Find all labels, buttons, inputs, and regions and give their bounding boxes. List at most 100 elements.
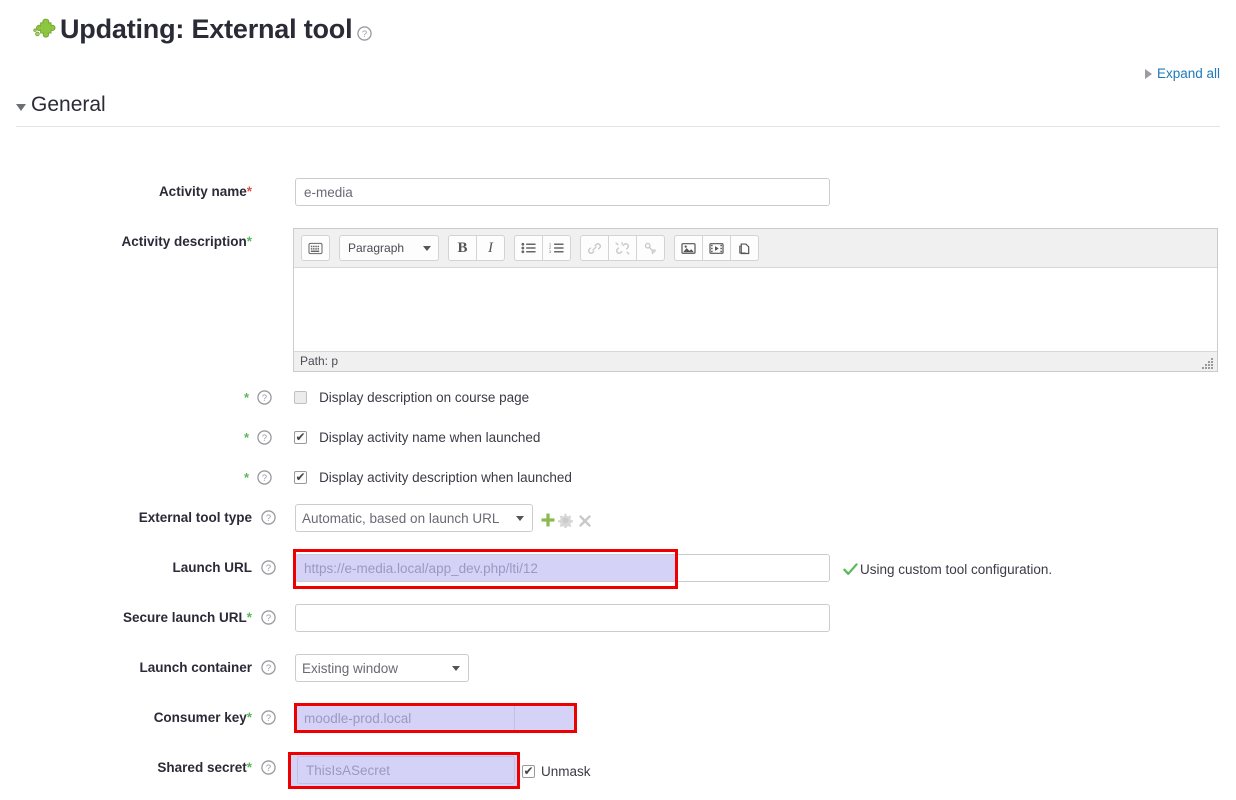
expand-all-link[interactable]: Expand all [1157,66,1220,81]
page-header: Updating: External tool ? [32,16,373,43]
external-tool-type-select-wrap: Automatic, based on launch URL [295,504,533,532]
bullet-list-icon [521,242,536,254]
svg-text:?: ? [266,613,271,623]
help-circle-icon[interactable]: ? [257,430,272,445]
consumer-key-input[interactable] [295,704,515,732]
help-circle-icon[interactable]: ? [261,610,276,625]
launch-container-select-wrap: Existing window [295,654,469,682]
required-marker: * [246,184,252,199]
shared-secret-input[interactable] [297,756,515,784]
consumer-key-label: Consumer key* [153,710,252,725]
check-icon: ✔ [295,429,306,444]
toolbar-group-lists: 1 2 3 [514,235,571,261]
external-tool-type-select[interactable]: Automatic, based on launch URL [295,504,533,532]
svg-text:?: ? [262,433,267,443]
help-circle-icon[interactable]: ? [261,510,276,525]
svg-text:?: ? [262,473,267,483]
bold-glyph: B [457,239,468,256]
help-circle-icon[interactable]: ? [357,26,373,41]
external-tool-type-label: External tool type [138,510,252,525]
activity-description-editor[interactable]: Paragraph B I 1 2 3 Path: p [293,228,1218,372]
svg-text:?: ? [262,393,267,403]
editor-toolbar: Paragraph B I 1 2 3 [294,229,1217,268]
display-activity-description-when-launched-checkbox[interactable]: ✔ [294,469,308,484]
help-circle-icon[interactable]: ? [257,390,272,405]
help-circle-icon[interactable]: ? [257,470,272,485]
section-divider [16,126,1220,127]
add-tool-icon[interactable] [540,512,556,528]
unordered-list-button[interactable] [514,235,543,261]
manage-files-button[interactable] [730,235,759,261]
link-button[interactable] [580,235,609,261]
green-check-icon [843,563,858,575]
unmask-checkbox[interactable]: ✔ [522,765,535,778]
required-marker: * [244,430,250,445]
display-activity-name-when-launched-checkbox[interactable]: ✔ [294,429,308,444]
unmask-label: Unmask [541,764,591,779]
display-description-on-course-page-label: Display description on course page [319,390,530,405]
required-marker: * [244,390,250,405]
ordered-list-button[interactable]: 1 2 3 [542,235,571,261]
help-circle-icon[interactable]: ? [261,560,276,575]
expand-all[interactable]: Expand all [1144,66,1220,81]
check-icon: ✔ [295,469,306,484]
delete-tool-icon[interactable] [578,514,592,528]
unmask-control: ✔ Unmask [522,764,591,779]
help-circle-icon[interactable]: ? [261,660,276,675]
launch-container-select[interactable]: Existing window [295,654,469,682]
toolbar-group-expand [301,235,330,261]
display-activity-name-when-launched-label: Display activity name when launched [319,430,541,445]
italic-button[interactable]: I [476,235,505,261]
display-description-on-course-page-row: * ? Display description on course page [244,390,529,405]
editor-content-area[interactable] [294,268,1217,351]
unlink-button[interactable] [608,235,637,261]
launch-url-label: Launch URL [172,560,253,575]
activity-name-input[interactable] [295,178,830,206]
insert-media-button[interactable] [702,235,731,261]
check-icon: ✔ [523,763,534,778]
help-circle-icon[interactable]: ? [261,710,276,725]
svg-text:?: ? [362,29,367,39]
resize-grip-icon[interactable] [1201,356,1215,370]
launch-container-label: Launch container [139,660,252,675]
launch-url-note: Using custom tool configuration. [843,562,1052,577]
chevron-down-icon [423,245,431,251]
insert-image-button[interactable] [674,235,703,261]
anchor-button[interactable] [636,235,665,261]
edit-tool-icon[interactable] [558,513,573,528]
expand-toolbar-button[interactable] [301,235,330,261]
file-icon [739,242,750,254]
required-marker: * [246,710,252,725]
section-general-header[interactable]: General [16,93,106,117]
unlink-icon [615,241,630,255]
section-general-title: General [31,93,106,116]
anchor-icon [644,242,657,254]
puzzle-piece-icon [33,18,56,38]
bold-button[interactable]: B [448,235,477,261]
paragraph-style-select[interactable]: Paragraph [339,235,439,261]
toolbar-group-media [674,235,759,261]
display-activity-description-when-launched-row: * ? ✔ Display activity description when … [244,470,572,485]
triangle-right-icon [1144,68,1152,79]
help-circle-icon[interactable]: ? [261,760,276,775]
required-marker: * [246,234,252,249]
svg-text:?: ? [266,513,271,523]
display-description-on-course-page-checkbox[interactable] [294,391,308,404]
launch-url-note-text: Using custom tool configuration. [860,562,1053,577]
numbered-list-icon: 1 2 3 [549,242,564,254]
required-marker: * [244,470,250,485]
toolbar-group-style: B I [448,235,505,261]
external-tool-settings-page: Updating: External tool ? Expand all Gen… [0,0,1236,800]
svg-text:?: ? [266,563,271,573]
launch-url-input[interactable] [295,554,830,582]
film-icon [709,242,724,254]
display-activity-name-when-launched-row: * ? ✔ Display activity name when launche… [244,430,540,445]
editor-path: Path: p [300,354,339,368]
activity-name-label: Activity name* [158,184,252,199]
svg-text:?: ? [266,713,271,723]
secure-launch-url-input[interactable] [295,604,830,632]
required-marker: * [246,760,252,775]
triangle-down-icon[interactable] [16,103,26,111]
svg-text:?: ? [266,663,271,673]
paragraph-style-value: Paragraph [348,241,405,255]
